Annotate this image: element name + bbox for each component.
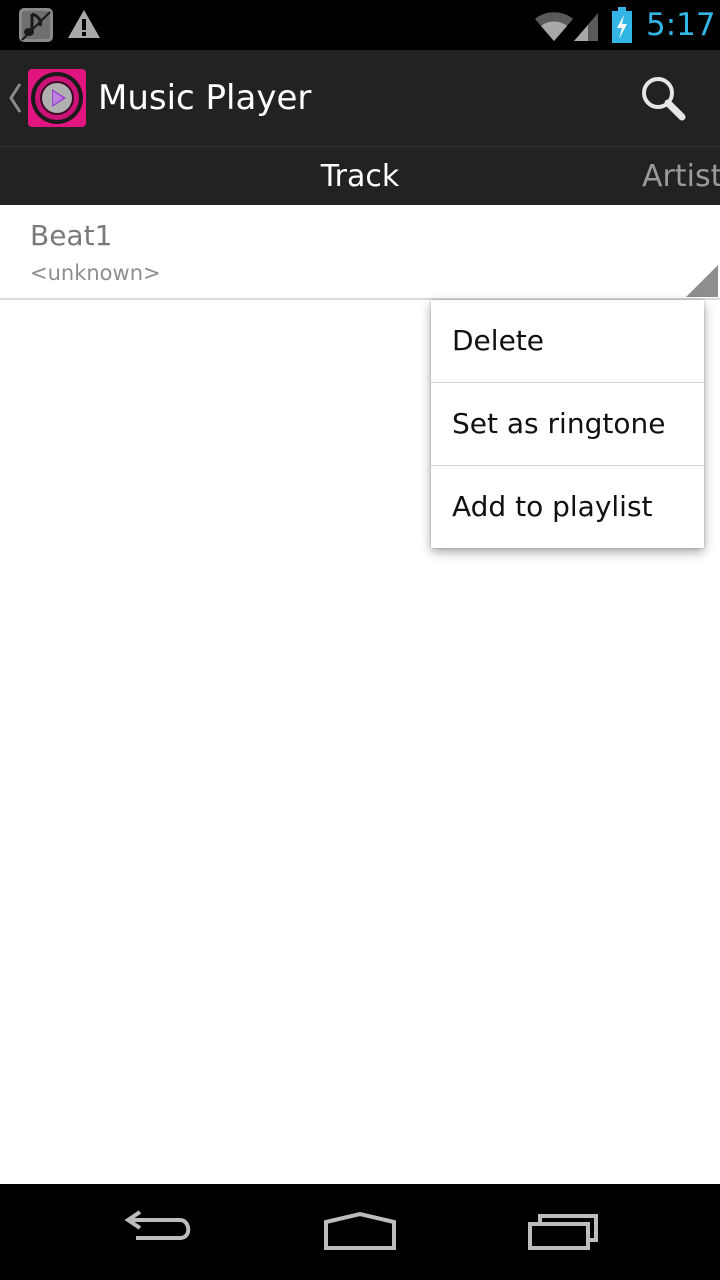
menu-item-set-as-ringtone[interactable]: Set as ringtone: [431, 383, 704, 465]
up-caret-icon[interactable]: [6, 80, 24, 116]
wifi-icon: [535, 12, 573, 41]
recents-icon[interactable]: [512, 1202, 612, 1262]
track-artist: <unknown>: [30, 261, 161, 285]
menu-item-delete[interactable]: Delete: [431, 300, 704, 382]
track-title: Beat1: [30, 219, 113, 252]
app-title: Music Player: [98, 78, 312, 118]
tab-artist[interactable]: Artist: [642, 147, 720, 205]
action-bar: Music Player: [0, 50, 720, 146]
signal-icon: [574, 13, 598, 41]
search-icon[interactable]: [632, 70, 692, 126]
battery-charging-icon: [612, 7, 632, 43]
music-note-icon: [19, 8, 53, 42]
back-icon[interactable]: [110, 1202, 210, 1262]
warning-icon: [68, 10, 100, 38]
context-menu: Delete Set as ringtone Add to playlist: [431, 300, 704, 548]
music-player-app-icon[interactable]: [28, 69, 86, 127]
tab-track[interactable]: Track: [0, 147, 720, 205]
status-time: 5:17: [646, 7, 716, 43]
home-icon[interactable]: [310, 1202, 410, 1262]
tab-strip: Track Artist: [0, 146, 720, 205]
list-item[interactable]: Beat1 <unknown>: [0, 205, 720, 300]
status-bar: 5:17: [0, 0, 720, 50]
menu-item-add-to-playlist[interactable]: Add to playlist: [431, 466, 704, 548]
navigation-bar: [0, 1184, 720, 1280]
overflow-menu-icon[interactable]: [686, 265, 718, 297]
